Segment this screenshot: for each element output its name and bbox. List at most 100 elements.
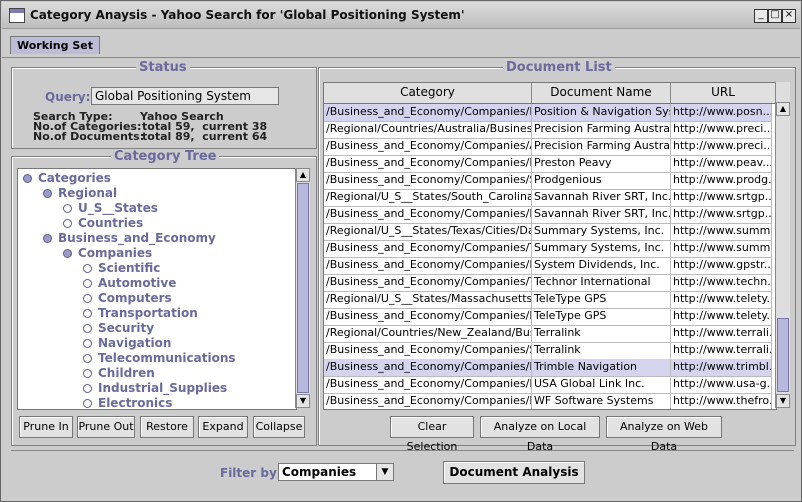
table-row[interactable]: /Regional/U_S__States/Texas/Cities/Dall.… — [324, 223, 772, 241]
cell-name: USA Global Link Inc. — [532, 376, 671, 393]
table-scroll-up-icon[interactable]: ▲ — [776, 102, 790, 116]
cell-name: Precision Farming Australia — [532, 138, 671, 155]
cell-category: /Business_and_Economy/Companies/El... — [324, 376, 532, 393]
cell-url: http://www.gpstr... — [671, 257, 772, 274]
cell-name: Trimble Navigation — [532, 359, 671, 376]
table-row[interactable]: /Business_and_Economy/Companies/El... USA… — [324, 376, 772, 394]
tree-item[interactable]: Computers — [83, 291, 172, 305]
tree-item[interactable]: Categories — [23, 171, 111, 185]
column-header-url[interactable]: URL — [671, 83, 776, 103]
tree-item[interactable]: Children — [83, 366, 155, 380]
tree-item[interactable]: Telecommunications — [83, 351, 236, 365]
table-row[interactable]: /Regional/Countries/New_Zealand/Busin...… — [324, 325, 772, 343]
table-row[interactable]: /Business_and_Economy/Companies/A... Prec… — [324, 138, 772, 156]
tree-scroll-thumb[interactable] — [297, 183, 309, 393]
tree-item[interactable]: U_S__States — [63, 201, 158, 215]
table-row[interactable]: /Business_and_Economy/Companies/Se... Pro… — [324, 172, 772, 190]
table-row[interactable]: /Business_and_Economy/Companies/Na... WF … — [324, 393, 772, 409]
column-header-document-name[interactable]: Document Name — [532, 83, 671, 103]
table-row[interactable]: /Regional/Countries/Australia/Business_.… — [324, 121, 772, 139]
document-list-title: Document List — [503, 60, 615, 75]
tree-node-icon — [63, 204, 72, 213]
table-scroll-thumb[interactable] — [777, 318, 789, 392]
cell-url: http://www.summ... — [671, 240, 772, 257]
analyze-web-button[interactable]: Analyze on Web Data — [606, 416, 722, 453]
table-row[interactable]: /Regional/U_S__States/Massachusetts/... T… — [324, 291, 772, 309]
table-scrollbar[interactable]: ▲ ▼ — [775, 82, 790, 408]
tree-item-label: Computers — [98, 291, 172, 305]
tree-node-icon — [23, 174, 32, 183]
table-row[interactable]: /Business_and_Economy/Companies/Na... Tri… — [324, 359, 772, 377]
tree-item-label: Children — [98, 366, 155, 380]
query-field: Global Positioning System — [91, 87, 279, 105]
tree-item-label: Security — [98, 321, 155, 335]
tab-working-set[interactable]: Working Set — [10, 36, 100, 54]
tree-item[interactable]: Business_and_Economy — [43, 231, 216, 245]
prune-in-button[interactable]: Prune In — [19, 416, 73, 438]
table-row[interactable]: /Business_and_Economy/Companies/Na... Sav… — [324, 206, 772, 224]
cell-name: Prodgenious — [532, 172, 671, 189]
category-tree[interactable]: Categories Regional U_S__States Countries Bu… — [17, 168, 297, 410]
app-window: Category Anaysis - Yahoo Search for 'Glo… — [0, 0, 802, 502]
tree-item[interactable]: Companies — [63, 246, 152, 260]
cell-url: http://www.usa-g... — [671, 376, 772, 393]
table-row[interactable]: /Business_and_Economy/Companies/Na... Pre… — [324, 155, 772, 173]
cell-name: Preston Peavy — [532, 155, 671, 172]
tree-item[interactable]: Navigation — [83, 336, 171, 350]
table-scroll-down-icon[interactable]: ▼ — [776, 394, 790, 408]
title-bar[interactable]: Category Anaysis - Yahoo Search for 'Glo… — [2, 2, 800, 29]
filter-select[interactable]: Companies ▼ — [278, 463, 394, 481]
cell-category: /Business_and_Economy/Companies/Tr... — [324, 240, 532, 257]
documents-label: No.of Documents: — [33, 130, 145, 143]
table-row[interactable]: /Business_and_Economy/Companies/Na... Sys… — [324, 257, 772, 275]
cell-name: WF Software Systems — [532, 393, 671, 409]
scroll-down-icon[interactable]: ▼ — [296, 394, 310, 408]
tree-node-icon — [43, 189, 52, 198]
tree-scrollbar[interactable]: ▲ ▼ — [295, 168, 310, 408]
cell-name: Summary Systems, Inc. — [532, 240, 671, 257]
close-icon[interactable]: × — [782, 9, 796, 23]
tree-item[interactable]: Regional — [43, 186, 117, 200]
tree-item[interactable]: Transportation — [83, 306, 198, 320]
document-analysis-button[interactable]: Document Analysis — [443, 461, 585, 484]
table-row[interactable]: /Business_and_Economy/Companies/Te... Tec… — [324, 274, 772, 292]
tree-item[interactable]: Industrial_Supplies — [83, 381, 227, 395]
tree-node-icon — [83, 294, 92, 303]
scroll-up-icon[interactable]: ▲ — [296, 168, 310, 182]
restore-button[interactable]: Restore — [140, 416, 194, 438]
tree-item[interactable]: Automotive — [83, 276, 176, 290]
chevron-down-icon[interactable]: ▼ — [376, 464, 393, 480]
cell-url: http://www.preci... — [671, 121, 772, 138]
table-row[interactable]: /Regional/U_S__States/South_Carolina/...… — [324, 189, 772, 207]
tree-node-icon — [43, 234, 52, 243]
analyze-local-button[interactable]: Analyze on Local Data — [480, 416, 600, 453]
prune-out-button[interactable]: Prune Out — [77, 416, 135, 438]
cell-name: Position & Navigation Syst... — [532, 104, 671, 121]
cell-category: /Business_and_Economy/Companies/Na... — [324, 155, 532, 172]
tree-item[interactable]: Electronics — [83, 396, 172, 409]
collapse-button[interactable]: Collapse — [253, 416, 305, 438]
tree-node-icon — [83, 309, 92, 318]
tree-item[interactable]: Scientific — [83, 261, 160, 275]
tree-item[interactable]: Countries — [63, 216, 143, 230]
cell-category: /Business_and_Economy/Companies/Na... — [324, 359, 532, 376]
filter-value: Companies — [282, 465, 357, 479]
cell-url: http://www.terrali... — [671, 325, 772, 342]
tree-node-icon — [83, 324, 92, 333]
column-header-category[interactable]: Category — [324, 83, 532, 103]
tree-item[interactable]: Security — [83, 321, 154, 335]
cell-url: http://www.telety... — [671, 308, 772, 325]
maximize-icon[interactable]: □ — [768, 9, 782, 23]
category-tree-title: Category Tree — [111, 149, 220, 164]
cell-category: /Regional/Countries/Australia/Business_.… — [324, 121, 532, 138]
expand-button[interactable]: Expand — [198, 416, 248, 438]
cell-category: /Business_and_Economy/Companies/Na... — [324, 308, 532, 325]
clear-selection-button[interactable]: Clear Selection — [390, 416, 474, 453]
table-row[interactable]: /Business_and_Economy/Companies/Tr... Sum… — [324, 240, 772, 258]
tree-node-icon — [83, 279, 92, 288]
minimize-icon[interactable]: _ — [754, 9, 768, 23]
table-row[interactable]: /Business_and_Economy/Companies/Na... Tel… — [324, 308, 772, 326]
cell-url: http://www.thefro... — [671, 393, 772, 409]
table-row[interactable]: /Business_and_Economy/Companies/Sc... Ter… — [324, 342, 772, 360]
table-row[interactable]: /Business_and_Economy/Companies/Na... Pos… — [324, 104, 772, 122]
